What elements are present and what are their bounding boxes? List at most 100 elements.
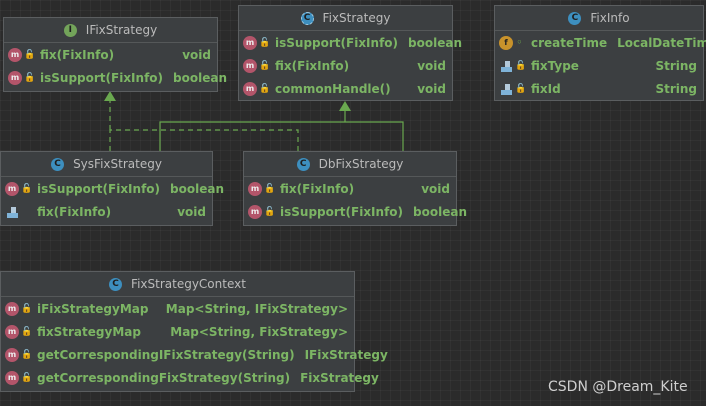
method-icon: m — [5, 370, 19, 385]
method-icon: m — [5, 347, 19, 362]
class-title: FixStrategyContext — [131, 277, 246, 291]
realization-sys-to-ifix — [109, 129, 299, 151]
member-name: fixStrategyMap — [37, 324, 141, 339]
member-name: commonHandle() — [275, 81, 391, 96]
property-icon — [5, 205, 19, 219]
member-type: boolean — [408, 35, 462, 50]
member-type: Map<String, FixStrategy> — [170, 324, 348, 339]
method-icon: m — [248, 181, 262, 196]
public-visibility-icon: 🔓 — [24, 72, 36, 83]
member-row[interactable]: m 🔓 fix(FixInfo) void — [239, 54, 452, 77]
method-icon: m — [248, 204, 262, 219]
class-header: C DbFixStrategy — [244, 152, 456, 177]
generalization-sys-to-fix — [159, 121, 404, 151]
class-title: FixInfo — [590, 11, 630, 25]
member-row[interactable]: m 🔓 getCorrespondingIFixStrategy(String) IF… — [1, 343, 388, 366]
member-row[interactable]: m 🔓 fixStrategyMap Map<String, FixStrategy> — [1, 320, 354, 343]
member-name: fix(FixInfo) — [275, 58, 350, 73]
public-visibility-icon: 🔓 — [24, 49, 36, 60]
member-row[interactable]: f◦ createTime LocalDateTime — [495, 31, 706, 54]
member-name: isSupport(FixInfo) — [280, 204, 404, 219]
member-row[interactable]: m 🔓 commonHandle() void — [239, 77, 452, 100]
member-row[interactable]: m 🔓 isSupport(FixInfo) boolean — [244, 200, 467, 223]
class-header: C FixInfo — [495, 6, 703, 31]
class-box-fixstrategy[interactable]: C FixStrategy m 🔓 isSupport(FixInfo) boolean m… — [238, 5, 462, 101]
member-name: fixId — [531, 81, 561, 96]
method-icon: m — [5, 324, 19, 339]
abstract-class-icon: C — [300, 11, 314, 25]
member-type: IFixStrategy — [304, 347, 388, 362]
member-type: void — [417, 58, 446, 73]
member-type: void — [177, 204, 206, 219]
public-visibility-icon: 🔓 — [21, 372, 33, 383]
member-row[interactable]: 🔓 fixType String — [495, 54, 703, 77]
class-header: I IFixStrategy — [4, 18, 217, 43]
member-name: getCorrespondingIFixStrategy(String) — [37, 347, 295, 362]
member-name: getCorrespondingFixStrategy(String) — [37, 370, 291, 385]
method-icon: m — [243, 81, 257, 96]
member-name: iFixStrategyMap — [37, 301, 149, 316]
public-visibility-icon: 🔓 — [515, 60, 527, 71]
field-icon: f — [499, 35, 513, 50]
realization-arrowhead — [104, 91, 116, 101]
member-name: fix(FixInfo) — [280, 181, 355, 196]
member-type: void — [182, 47, 211, 62]
member-type: boolean — [413, 204, 467, 219]
member-row[interactable]: fix(FixInfo) void — [1, 200, 212, 223]
method-icon: m — [5, 181, 19, 196]
public-visibility-icon: 🔓 — [259, 37, 271, 48]
class-box-ifixstrategy[interactable]: I IFixStrategy m 🔓 fix(FixInfo) void m 🔓 isSuppo… — [3, 17, 227, 92]
class-title: DbFixStrategy — [318, 157, 404, 171]
member-name: fix(FixInfo) — [40, 47, 115, 62]
interface-icon: I — [63, 23, 77, 37]
method-icon: m — [243, 58, 257, 73]
member-row[interactable]: m 🔓 isSupport(FixInfo) boolean — [4, 66, 227, 89]
method-icon: m — [5, 301, 19, 316]
public-visibility-icon: 🔓 — [21, 349, 33, 360]
member-name: isSupport(FixInfo) — [275, 35, 399, 50]
class-title: FixStrategy — [322, 11, 391, 25]
class-icon: C — [51, 157, 65, 171]
public-visibility-icon: 🔓 — [21, 183, 33, 194]
member-name: isSupport(FixInfo) — [37, 181, 161, 196]
method-icon: m — [243, 35, 257, 50]
member-row[interactable]: m 🔓 isSupport(FixInfo) boolean — [239, 31, 462, 54]
public-visibility-icon: 🔓 — [21, 326, 33, 337]
member-type: boolean — [173, 70, 227, 85]
class-box-dbfixstrategy[interactable]: C DbFixStrategy m 🔓 fix(FixInfo) void m 🔓 isSupp… — [243, 151, 467, 226]
class-icon: C — [568, 11, 582, 25]
property-icon — [499, 59, 513, 73]
member-row[interactable]: m 🔓 isSupport(FixInfo) boolean — [1, 177, 224, 200]
class-header: C FixStrategyContext — [1, 272, 354, 297]
member-type: boolean — [170, 181, 224, 196]
method-icon: m — [8, 70, 22, 85]
public-visibility-icon: 🔓 — [259, 60, 271, 71]
member-row[interactable]: m 🔓 fix(FixInfo) void — [244, 177, 456, 200]
public-visibility-icon: 🔓 — [21, 303, 33, 314]
member-type: LocalDateTime — [617, 35, 706, 50]
member-type: String — [655, 58, 697, 73]
class-box-sysfixstrategy[interactable]: C SysFixStrategy m 🔓 isSupport(FixInfo) boole… — [0, 151, 224, 226]
class-title: IFixStrategy — [85, 23, 158, 37]
class-box-fixstrategycontext[interactable]: C FixStrategyContext m 🔓 iFixStrategyMap Map<… — [0, 271, 388, 392]
member-type: Map<String, IFixStrategy> — [165, 301, 348, 316]
class-title: SysFixStrategy — [73, 157, 162, 171]
member-row[interactable]: m 🔓 iFixStrategyMap Map<String, IFixStrateg… — [1, 297, 354, 320]
public-visibility-icon: 🔓 — [264, 206, 276, 217]
member-name: fixType — [531, 58, 579, 73]
member-name: fix(FixInfo) — [37, 204, 112, 219]
class-header: C SysFixStrategy — [1, 152, 212, 177]
public-visibility-icon: 🔓 — [264, 183, 276, 194]
member-row[interactable]: m 🔓 getCorrespondingFixStrategy(String) Fix… — [1, 366, 379, 389]
member-type: FixStrategy — [300, 370, 379, 385]
member-row[interactable]: m 🔓 fix(FixInfo) void — [4, 43, 217, 66]
member-row[interactable]: 🔓 fixId String — [495, 77, 703, 100]
class-box-fixinfo[interactable]: C FixInfo f◦ createTime LocalDateTime 🔓 fixTyp… — [494, 5, 706, 101]
public-visibility-icon: 🔓 — [515, 83, 527, 94]
class-header: C FixStrategy — [239, 6, 452, 31]
private-visibility-icon: ◦ — [516, 37, 523, 48]
member-name: isSupport(FixInfo) — [40, 70, 164, 85]
member-type: void — [421, 181, 450, 196]
member-type: String — [655, 81, 697, 96]
watermark-text: CSDN @Dream_Kite — [548, 379, 688, 395]
